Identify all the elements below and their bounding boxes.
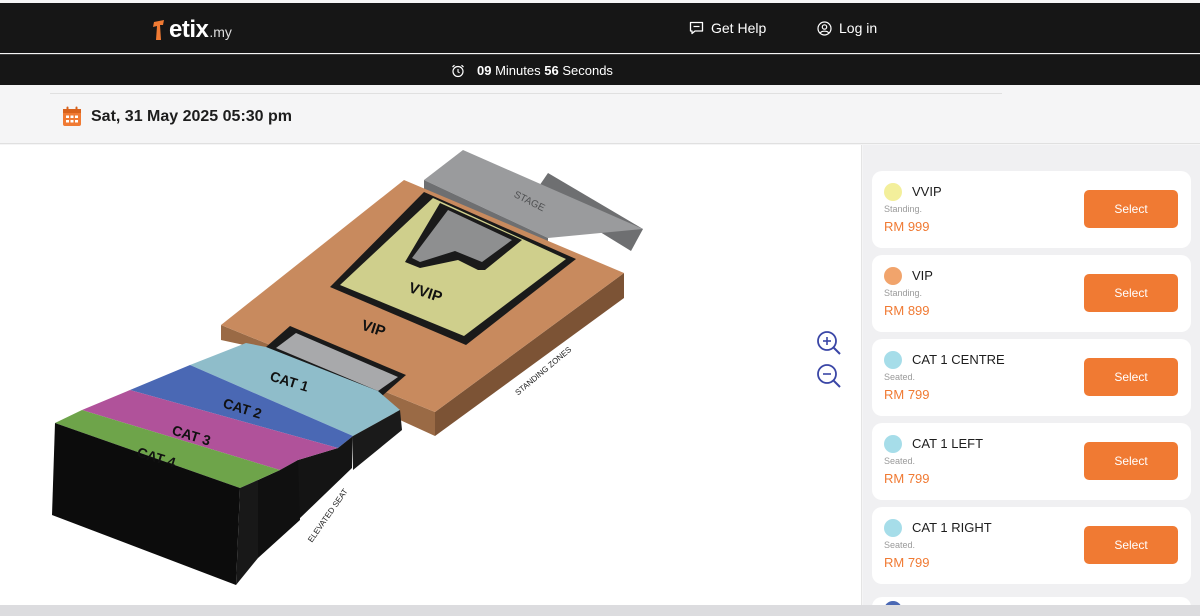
category-price: RM 799 [884, 387, 930, 402]
logo-suffix: .my [209, 24, 232, 40]
top-navbar: etix .my Get Help Log in [0, 3, 1200, 53]
select-button-vip[interactable]: Select [1084, 274, 1178, 312]
select-button-cat1-centre[interactable]: Select [1084, 358, 1178, 396]
login-label: Log in [839, 20, 878, 36]
countdown-bar: 09 Minutes 56 Seconds [0, 54, 1200, 85]
category-color-dot [884, 267, 902, 285]
select-button-cat1-left[interactable]: Select [1084, 442, 1178, 480]
category-color-dot [884, 351, 902, 369]
chat-bubble-icon [689, 21, 704, 35]
category-price: RM 899 [884, 303, 930, 318]
countdown-timer: 09 Minutes 56 Seconds [451, 63, 613, 78]
divider [50, 93, 1002, 94]
page: etix .my Get Help Log in 09 Minutes 56 S… [0, 0, 1200, 616]
category-color-dot [884, 435, 902, 453]
get-help-label: Get Help [711, 20, 767, 36]
etix-logo[interactable]: etix .my [152, 16, 232, 44]
category-type: Seated. [884, 372, 916, 382]
category-color-dot [884, 519, 902, 537]
calendar-icon [63, 106, 81, 126]
event-date-bar: Sat, 31 May 2025 05:30 pm [0, 85, 1200, 144]
category-card-vvip: VVIP Standing. RM 999 Select [872, 171, 1191, 248]
zoom-out-icon[interactable] [815, 362, 843, 390]
category-type: Standing. [884, 204, 923, 214]
timer-seconds-label: Seconds [562, 63, 613, 78]
category-card-partial [872, 597, 1191, 605]
category-type: Standing. [884, 288, 923, 298]
event-date-text: Sat, 31 May 2025 05:30 pm [91, 107, 293, 125]
seat-map: STAGE VIP VVIP CAT 1 CAT 2 CAT 3 CAT 4 S… [52, 150, 643, 585]
login-link[interactable]: Log in [817, 20, 877, 36]
category-type: Seated. [884, 456, 916, 466]
timer-seconds: 56 [544, 63, 559, 78]
timer-minutes-label: Minutes [495, 63, 541, 78]
horizontal-scrollbar[interactable] [0, 605, 1200, 616]
category-price: RM 799 [884, 555, 930, 570]
select-button-vvip[interactable]: Select [1084, 190, 1178, 228]
timer-minutes: 09 [477, 63, 492, 78]
zoom-in-icon[interactable] [815, 329, 843, 357]
category-card-cat1-right: CAT 1 RIGHT Seated. RM 799 Select [872, 507, 1191, 584]
category-price: RM 799 [884, 471, 930, 486]
category-card-cat1-left: CAT 1 LEFT Seated. RM 799 Select [872, 423, 1191, 500]
logo-text: etix [169, 16, 209, 43]
category-name: CAT 1 CENTRE [912, 352, 1005, 367]
category-name: CAT 1 RIGHT [912, 520, 992, 535]
user-circle-icon [817, 20, 832, 36]
category-name: VIP [912, 268, 933, 283]
category-type: Seated. [884, 540, 916, 550]
alarm-clock-icon [452, 64, 464, 77]
category-name: VVIP [912, 184, 942, 199]
seat-map-panel: STAGE VIP VVIP CAT 1 CAT 2 CAT 3 CAT 4 S… [0, 145, 862, 605]
ticket-category-list: VVIP Standing. RM 999 Select VIP Standin… [863, 145, 1200, 605]
etix-logo-icon [153, 20, 164, 40]
get-help-link[interactable]: Get Help [689, 20, 766, 36]
category-card-vip: VIP Standing. RM 899 Select [872, 255, 1191, 332]
category-color-dot [884, 183, 902, 201]
select-button-cat1-right[interactable]: Select [1084, 526, 1178, 564]
category-name: CAT 1 LEFT [912, 436, 984, 451]
category-card-cat1-centre: CAT 1 CENTRE Seated. RM 799 Select [872, 339, 1191, 416]
category-price: RM 999 [884, 219, 930, 234]
event-date: Sat, 31 May 2025 05:30 pm [62, 106, 292, 127]
